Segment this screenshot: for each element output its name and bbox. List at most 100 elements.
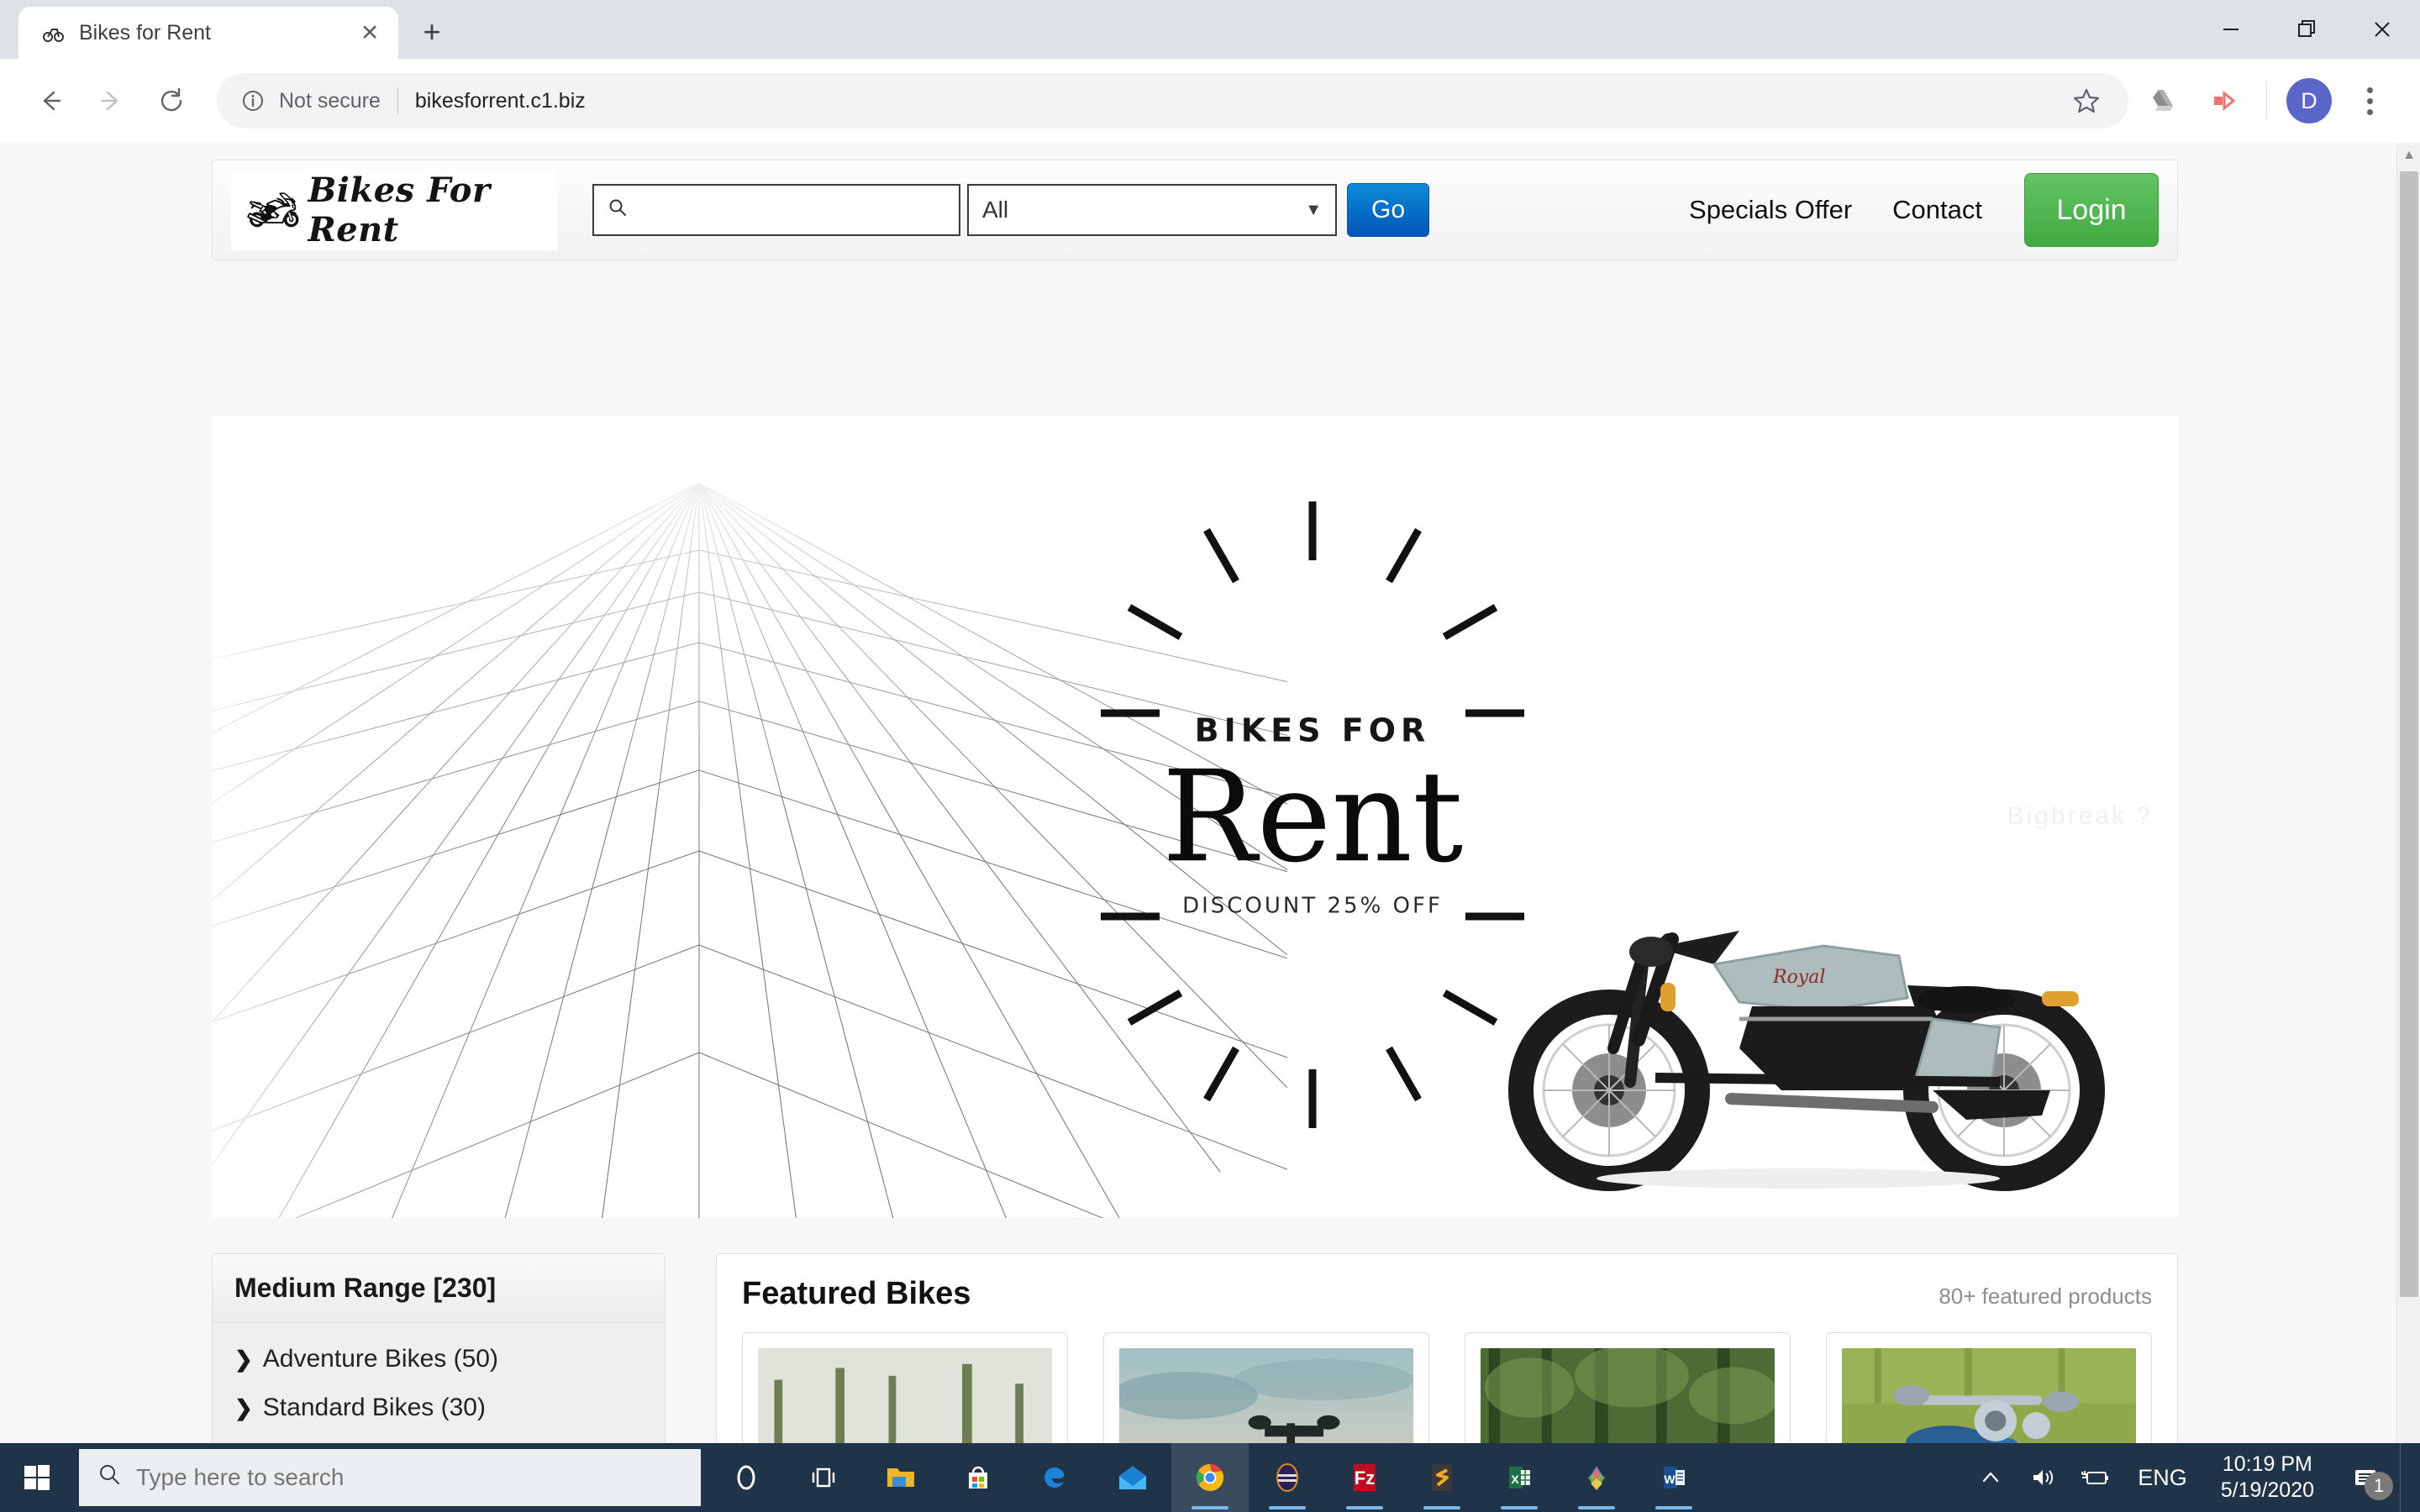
category-select[interactable]: All ▼ [967, 184, 1337, 236]
sidebar-item-dirt-bikes[interactable]: ❯ Dirt Bikes (80) [213, 1432, 665, 1443]
file-explorer-icon[interactable] [862, 1443, 939, 1512]
tab-close-icon[interactable]: ✕ [353, 16, 387, 50]
sidebar-group-title-medium-range[interactable]: Medium Range [230] [213, 1254, 665, 1323]
site-logo[interactable]: 🏍 Bikes For Rent [231, 170, 557, 250]
task-view-icon[interactable] [785, 1443, 862, 1512]
site-logo-text: Bikes For Rent [308, 171, 491, 249]
nav-link-specials-offer[interactable]: Specials Offer [1669, 195, 1872, 225]
bookmark-star-icon[interactable] [2066, 81, 2107, 121]
product-card[interactable] [1465, 1332, 1791, 1443]
notification-count-badge: 1 [2365, 1472, 2393, 1500]
show-hidden-icons-chevron-icon[interactable] [1965, 1443, 2017, 1512]
site-search-group: All ▼ Go [592, 183, 1429, 237]
product-card[interactable]: ❮ [742, 1332, 1068, 1443]
site-nav: Specials Offer Contact Login [1669, 173, 2159, 247]
login-button[interactable]: Login [2024, 173, 2159, 247]
svg-text:X: X [1511, 1473, 1519, 1486]
taskbar-active-underline [1655, 1506, 1692, 1509]
sublime-text-icon[interactable] [1403, 1443, 1481, 1512]
nav-link-contact[interactable]: Contact [1872, 195, 2002, 225]
white-orange-sport-bike-photo [758, 1348, 1052, 1443]
taskbar-search-input[interactable] [136, 1464, 682, 1491]
scroll-up-icon[interactable]: ▲ [2397, 143, 2420, 168]
hero-banner[interactable]: BIKES FOR Rent DISCOUNT 25% OFF Bigbreak… [212, 416, 2178, 1218]
browser-tab-strip: Bikes for Rent ✕ + [0, 0, 2420, 59]
product-card[interactable] [1103, 1332, 1429, 1443]
featured-bikes-panel: Featured Bikes 80+ featured products [716, 1253, 2178, 1443]
browser-toolbar: Not secure bikesforrent.c1.biz D [0, 59, 2420, 143]
close-icon[interactable] [2344, 0, 2420, 59]
clock[interactable]: 10:19 PM 5/19/2020 [2204, 1452, 2331, 1504]
windows-start-icon[interactable] [0, 1443, 74, 1512]
photo-app-icon[interactable] [1558, 1443, 1635, 1512]
google-drive-icon[interactable] [2133, 71, 2194, 131]
green-forest-cafe-racer-photo [1481, 1348, 1775, 1443]
edge-browser-icon[interactable] [1017, 1443, 1094, 1512]
taskbar-active-underline [1269, 1506, 1306, 1509]
address-bar[interactable]: Not secure bikesforrent.c1.biz [217, 73, 2128, 129]
opera-browser-icon[interactable] [1249, 1443, 1326, 1512]
search-icon [608, 197, 628, 223]
excel-icon[interactable]: X [1481, 1443, 1558, 1512]
svg-text:Fz: Fz [1355, 1467, 1375, 1488]
forward-icon[interactable] [81, 71, 141, 131]
mail-icon[interactable] [1094, 1443, 1171, 1512]
taskbar-active-underline [1423, 1506, 1460, 1509]
blue-chrome-cruiser-photo [1842, 1348, 2136, 1443]
motorcycle-icon: 🏍 [246, 186, 300, 234]
site-favicon-icon [40, 20, 66, 45]
back-icon[interactable] [20, 71, 81, 131]
svg-text:Royal: Royal [1772, 967, 1825, 988]
word-icon[interactable]: W [1635, 1443, 1712, 1512]
new-tab-icon[interactable]: + [408, 8, 455, 55]
battery-charging-icon[interactable] [2069, 1443, 2121, 1512]
info-circle-icon[interactable] [239, 87, 267, 115]
scrollbar-thumb[interactable] [2400, 171, 2418, 1297]
minimize-icon[interactable] [2193, 0, 2269, 59]
taskbar-active-underline [1501, 1506, 1538, 1509]
svg-text:W: W [1664, 1473, 1676, 1486]
clock-time: 10:19 PM [2222, 1452, 2312, 1476]
product-card[interactable]: ❯ [1826, 1332, 2152, 1443]
sidebar-item-label: Standard Bikes (30) [262, 1394, 486, 1421]
url-text[interactable]: bikesforrent.c1.biz [415, 89, 2066, 113]
omnibox-divider [397, 87, 398, 114]
sidebar-item-standard-bikes[interactable]: ❯ Standard Bikes (30) [213, 1383, 665, 1432]
cafe-racer-motorcycle-photo: Royal [1462, 838, 2151, 1191]
featured-header: Featured Bikes 80+ featured products [742, 1276, 2152, 1312]
window-controls [2193, 0, 2420, 59]
filezilla-icon[interactable]: Fz [1326, 1443, 1403, 1512]
microsoft-store-icon[interactable] [939, 1443, 1017, 1512]
chrome-browser-icon[interactable] [1171, 1443, 1249, 1512]
featured-title: Featured Bikes [742, 1276, 971, 1311]
reload-icon[interactable] [141, 71, 202, 131]
chevron-down-icon: ▼ [1305, 200, 1322, 219]
browser-tab[interactable]: Bikes for Rent ✕ [18, 7, 398, 59]
hero-ghost-text: Bigbreak ? [2007, 802, 2153, 830]
go-button[interactable]: Go [1347, 183, 1429, 237]
search-text-field[interactable] [636, 197, 945, 223]
cortana-icon[interactable] [708, 1443, 785, 1512]
sidebar-group-items-medium-range: ❯ Adventure Bikes (50) ❯ Standard Bikes … [213, 1323, 665, 1443]
keyboard-language-label[interactable]: ENG [2121, 1465, 2204, 1491]
sidebar-item-adventure-bikes[interactable]: ❯ Adventure Bikes (50) [213, 1335, 665, 1383]
profile-initial: D [2286, 78, 2332, 123]
clock-date: 5/19/2020 [2220, 1478, 2314, 1502]
page-scrollbar[interactable]: ▲ [2396, 143, 2420, 1443]
kebab-menu-icon[interactable] [2339, 71, 2400, 131]
search-input[interactable] [592, 184, 960, 236]
taskbar-active-underline [1578, 1506, 1615, 1509]
restore-icon[interactable] [2269, 0, 2344, 59]
volume-icon[interactable] [2017, 1443, 2069, 1512]
hero-kicker: BIKES FOR [1194, 711, 1431, 749]
site-header: 🏍 Bikes For Rent All ▼ Go Specials Offer [212, 160, 2178, 260]
show-desktop-button[interactable] [2400, 1443, 2413, 1512]
avatar[interactable]: D [2279, 71, 2339, 131]
taskbar-search-box[interactable] [79, 1449, 701, 1506]
taskbar-active-underline [1192, 1506, 1228, 1509]
web-page: 🏍 Bikes For Rent All ▼ Go Specials Offer [0, 143, 2396, 1443]
taskbar-active-underline [1346, 1506, 1383, 1509]
security-status-label: Not secure [279, 88, 381, 113]
action-center-icon[interactable]: 1 [2331, 1443, 2400, 1512]
cast-arrow-icon[interactable] [2194, 71, 2254, 131]
